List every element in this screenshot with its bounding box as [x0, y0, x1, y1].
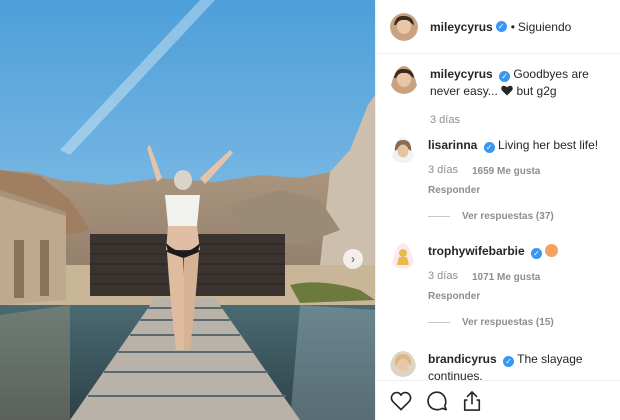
comments-list: mileycyrus ✓ Goodbyes are never easy... …	[376, 66, 620, 385]
comment-username[interactable]: trophywifebarbie	[428, 244, 525, 258]
verified-badge-icon: ✓	[483, 142, 495, 153]
comment-likes[interactable]: 1071 Me gusta	[472, 269, 540, 286]
author-avatar[interactable]	[390, 66, 418, 129]
comment-text: Living her best life!	[498, 138, 599, 152]
commenter-avatar[interactable]	[390, 137, 416, 225]
verified-badge-icon: ✓	[499, 71, 511, 82]
comment-time[interactable]: 3 días	[428, 268, 458, 286]
peach-emoji-icon	[545, 244, 559, 257]
comment-item: lisarinna ✓ Living her best life! 3 días…	[376, 137, 620, 225]
commenter-avatar[interactable]	[390, 243, 416, 331]
black-heart-emoji-icon	[501, 85, 513, 96]
divider-line	[428, 322, 450, 323]
verified-badge-icon: ✓	[531, 248, 543, 259]
reply-button[interactable]: Responder	[428, 288, 618, 305]
caption-time[interactable]: 3 días	[430, 112, 460, 129]
comment-username[interactable]: mileycyrus	[430, 67, 493, 81]
post-header: mileycyrus ✓ • Siguiendo	[376, 0, 620, 54]
view-replies-label: Ver respuestas (15)	[462, 317, 554, 328]
post-image	[0, 0, 375, 420]
separator-dot: •	[510, 19, 515, 34]
post-actions-bar	[376, 380, 620, 420]
author-username[interactable]: mileycyrus	[430, 20, 493, 34]
comment-likes[interactable]: 1659 Me gusta	[472, 163, 540, 180]
caption-text-end: but g2g	[516, 84, 557, 98]
view-replies-button[interactable]: Ver respuestas (37)	[428, 208, 618, 225]
next-photo-button[interactable]: ›	[343, 249, 363, 269]
view-replies-button[interactable]: Ver respuestas (15)	[428, 314, 618, 331]
follow-status-button[interactable]: Siguiendo	[518, 20, 571, 34]
view-replies-label: Ver respuestas (37)	[462, 211, 554, 222]
verified-badge-icon: ✓	[503, 356, 515, 367]
heart-icon[interactable]	[390, 391, 412, 411]
caption-comment: mileycyrus ✓ Goodbyes are never easy... …	[376, 66, 620, 129]
reply-button[interactable]: Responder	[428, 182, 618, 199]
comment-username[interactable]: lisarinna	[428, 138, 477, 152]
divider-line	[428, 216, 450, 217]
share-icon[interactable]	[462, 390, 482, 412]
verified-badge-icon: ✓	[495, 21, 507, 32]
comment-icon[interactable]	[426, 390, 448, 412]
post-side-panel: mileycyrus ✓ • Siguiendo mileycyrus ✓ Go…	[375, 0, 620, 420]
author-avatar[interactable]	[390, 12, 418, 41]
post-photo[interactable]: ›	[0, 0, 375, 420]
comment-username[interactable]: brandicyrus	[428, 352, 497, 366]
comment-item: trophywifebarbie ✓ 3 días 1071 Me gusta …	[376, 243, 620, 331]
comment-time[interactable]: 3 días	[428, 162, 458, 180]
